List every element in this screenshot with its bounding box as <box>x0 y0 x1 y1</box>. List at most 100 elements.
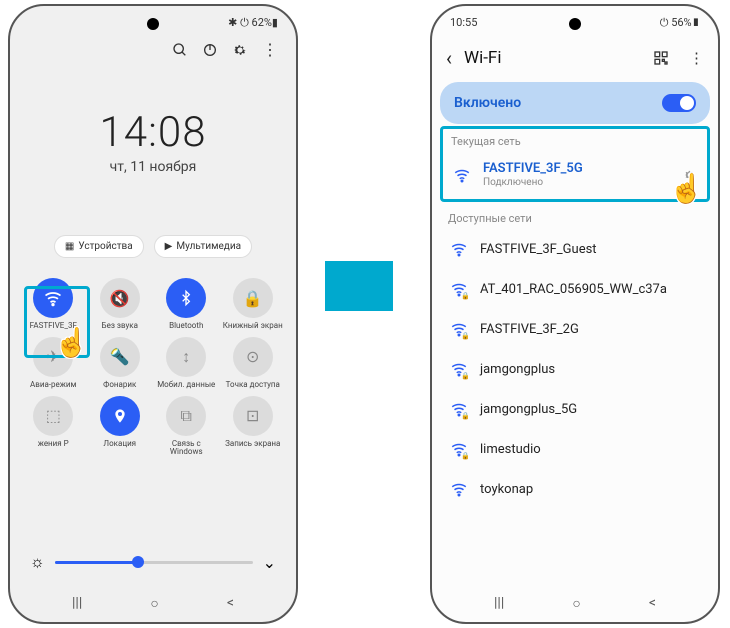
brightness-slider[interactable]: ☼ ⌄ <box>30 552 276 572</box>
wifi-toggle-row[interactable]: Включено <box>440 82 710 124</box>
network-name: FASTFIVE_3F_Guest <box>480 242 597 257</box>
tile-label: Авиа-режим <box>30 381 76 390</box>
tile-label: Запись экрана <box>225 440 280 449</box>
network-row[interactable]: 🔒AT_401_RAC_056905_WW_c37a <box>440 269 710 309</box>
tile-icon: ↕ <box>166 337 206 377</box>
quick-tile[interactable]: FASTFIVE_3F <box>20 278 87 331</box>
tile-label: Локация <box>103 440 136 449</box>
tile-icon <box>166 278 206 318</box>
tile-icon <box>100 396 140 436</box>
tile-icon: ⧉ <box>166 396 206 436</box>
section-current-label: Текущая сеть <box>443 129 707 150</box>
more-icon[interactable]: ⋮ <box>262 40 278 59</box>
status-text: ✱ ⏻ 62%▮ <box>228 16 278 30</box>
network-name: FASTFIVE_3F_2G <box>480 322 579 337</box>
tile-label: Без звука <box>102 322 138 331</box>
quick-tile[interactable]: ↕Мобил. данные <box>153 337 220 390</box>
wifi-body: Включено Текущая сеть FASTFIVE_3F_5G Под… <box>432 76 718 509</box>
lock-icon: 🔒 <box>461 412 470 420</box>
network-row[interactable]: 🔒FASTFIVE_3F_2G <box>440 309 710 349</box>
slider-track[interactable] <box>55 561 253 564</box>
clock-block: 14:08 чт, 11 ноября <box>10 108 296 175</box>
quick-tile[interactable]: 🔇 Без звука <box>87 278 154 331</box>
wifi-icon <box>450 480 468 498</box>
chip-label: Устройства <box>78 241 132 252</box>
back-button[interactable]: ‹ <box>446 46 452 70</box>
nav-back[interactable]: < <box>649 595 656 612</box>
step-arrow <box>325 261 393 311</box>
quick-tile[interactable]: ⬚жения Р <box>20 396 87 458</box>
wifi-header: ‹ Wi-Fi ⋮ <box>432 40 718 76</box>
tile-label: Фонарик <box>103 381 136 390</box>
quick-tile[interactable]: Bluetooth <box>153 278 220 331</box>
quick-tile[interactable]: 🔒 Книжный экран <box>220 278 287 331</box>
wifi-icon: 🔒 <box>450 360 468 378</box>
tile-label: FASTFIVE_3F <box>30 322 77 331</box>
sun-dim-icon: ☼ <box>30 552 45 572</box>
tile-icon: ⊙ <box>233 337 273 377</box>
current-network-row[interactable]: FASTFIVE_3F_5G Подключено <box>443 150 707 199</box>
quick-tile[interactable]: Локация <box>87 396 154 458</box>
toggle-switch[interactable] <box>662 94 696 112</box>
highlight-current-network: Текущая сеть FASTFIVE_3F_5G Подключено <box>440 126 710 202</box>
camera-punchhole <box>147 18 159 30</box>
nav-bar: ||| ○ < <box>10 595 296 612</box>
network-name: limestudio <box>480 442 541 457</box>
network-row[interactable]: 🔒 jamgongplus_5G <box>440 389 710 429</box>
chip-label: Мультимедиа <box>176 241 241 252</box>
more-icon[interactable]: ⋮ <box>689 49 704 67</box>
nav-back[interactable]: < <box>227 595 234 612</box>
nav-home[interactable]: ○ <box>572 595 580 612</box>
network-name: FASTFIVE_3F_5G <box>483 161 671 176</box>
tile-label: Книжный экран <box>223 322 283 331</box>
panel-actions: ⋮ <box>172 40 278 59</box>
network-gear-icon[interactable] <box>683 168 697 182</box>
tile-icon: ⊡ <box>233 396 273 436</box>
quick-tiles-grid: FASTFIVE_3F 🔇 Без звука Bluetooth 🔒 Книжный э… <box>10 266 296 469</box>
network-row[interactable]: FASTFIVE_3F_Guest <box>440 229 710 269</box>
network-name: AT_401_RAC_056905_WW_c37a <box>480 282 667 297</box>
nav-home[interactable]: ○ <box>150 595 158 612</box>
slider-fill <box>55 561 138 564</box>
quick-tile[interactable]: ✈ Авиа-режим <box>20 337 87 390</box>
slider-thumb[interactable] <box>132 556 144 568</box>
lock-icon: 🔒 <box>461 372 470 380</box>
chip-devices[interactable]: ▦Устройства <box>54 235 144 258</box>
tile-icon: 🔇 <box>100 278 140 318</box>
chip-media[interactable]: ▶Мультимедиа <box>154 235 252 258</box>
network-row[interactable]: toykonap <box>440 469 710 509</box>
nav-recents[interactable]: ||| <box>72 595 82 612</box>
tile-icon <box>33 278 73 318</box>
qr-icon[interactable] <box>653 50 669 66</box>
nav-bar: ||| ○ < <box>432 595 718 612</box>
quick-tile[interactable]: ⊙Точка доступа <box>220 337 287 390</box>
network-row[interactable]: 🔒 limestudio <box>440 429 710 469</box>
network-status: Подключено <box>483 177 671 188</box>
clock-date: чт, 11 ноября <box>10 159 296 175</box>
chevron-down-icon[interactable]: ⌄ <box>263 553 276 572</box>
network-row[interactable]: 🔒 jamgongplus <box>440 349 710 389</box>
status-bar: ✱ ⏻ 62%▮ <box>228 16 278 30</box>
camera-punchhole <box>569 18 581 30</box>
quick-tile[interactable]: ⧉ Связь с Windows <box>153 396 220 458</box>
quick-tile[interactable]: ⊡ Запись экрана <box>220 396 287 458</box>
status-right-text: ⏻ 56%▮ <box>660 16 700 30</box>
network-name: jamgongplus <box>480 362 555 377</box>
tile-label: Bluetooth <box>169 322 203 331</box>
clock-time: 14:08 <box>10 108 296 157</box>
network-name: toykonap <box>480 482 533 497</box>
tile-icon: 🔒 <box>233 278 273 318</box>
search-icon[interactable] <box>172 42 188 58</box>
network-name: jamgongplus_5G <box>480 402 577 417</box>
tile-icon: ✈ <box>33 337 73 377</box>
available-networks-list: FASTFIVE_3F_Guest🔒AT_401_RAC_056905_WW_c… <box>440 229 710 509</box>
nav-recents[interactable]: ||| <box>494 595 504 612</box>
phone-wifi-settings: 10:55 ⏻ 56%▮ ‹ Wi-Fi ⋮ Включено Текущая … <box>430 4 720 624</box>
wifi-icon: 🔒 <box>450 440 468 458</box>
quick-tile[interactable]: 🔦Фонарик <box>87 337 154 390</box>
power-icon[interactable] <box>202 42 218 58</box>
tile-icon: ⬚ <box>33 396 73 436</box>
panel-chips: ▦Устройства ▶Мультимедиа <box>10 235 296 258</box>
gear-icon[interactable] <box>232 42 248 58</box>
tile-label: Связь с Windows <box>156 440 216 458</box>
